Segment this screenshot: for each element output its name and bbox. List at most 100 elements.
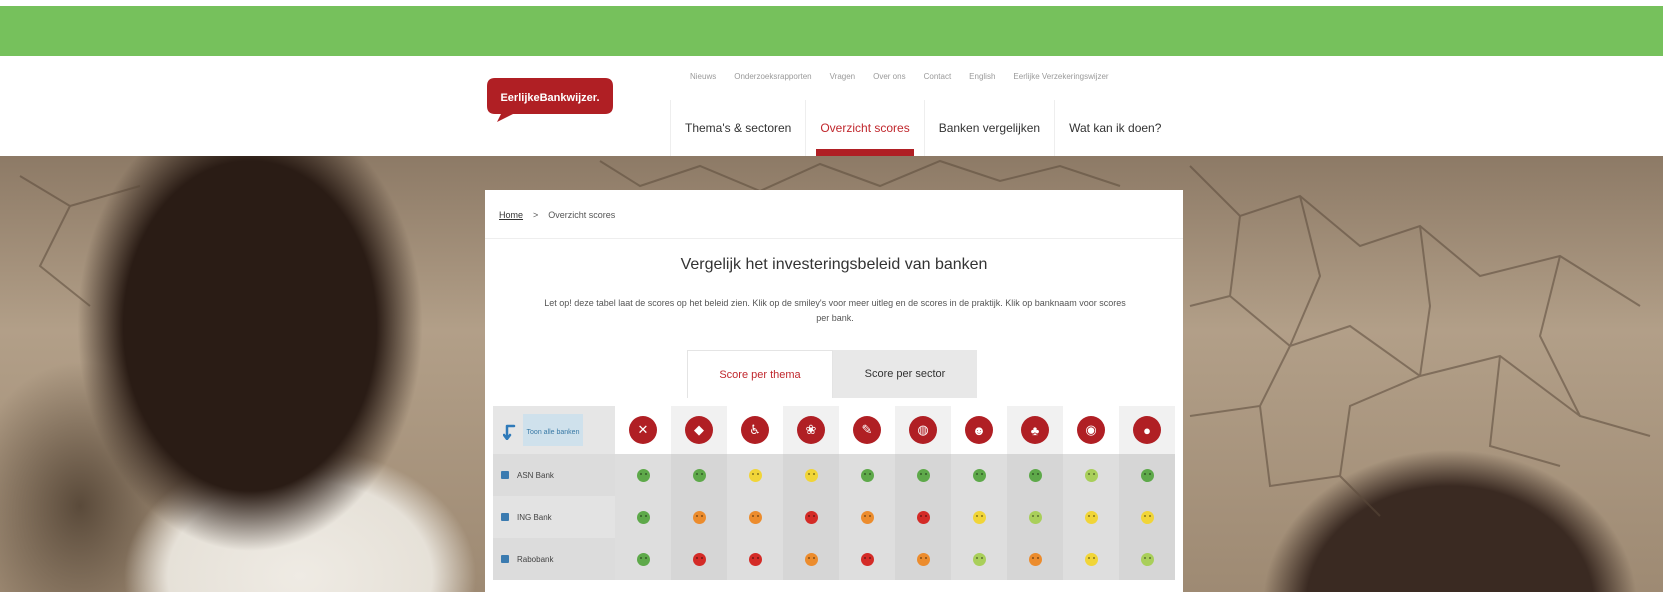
score-smiley-icon[interactable] [1084,510,1098,524]
tab-score-per-thema[interactable]: Score per thema [687,350,833,398]
breadcrumb-home[interactable]: Home [499,210,523,220]
score-smiley-icon[interactable] [1140,552,1154,566]
score-smiley-icon[interactable] [860,552,874,566]
tab-score-per-sector[interactable]: Score per sector [833,350,977,398]
util-link-onderzoeksrapporten[interactable]: Onderzoeksrapporten [734,72,811,81]
score-smiley-icon[interactable] [692,552,706,566]
bank-name[interactable]: ASN Bank [517,471,554,480]
score-cell [1063,496,1119,538]
score-smiley-icon[interactable] [748,552,762,566]
score-smiley-icon[interactable] [972,468,986,482]
top-strip [0,0,1663,60]
util-link-english[interactable]: English [969,72,995,81]
score-smiley-icon[interactable] [1028,468,1042,482]
site-header: EerlijkeBankwijzer. Nieuws Onderzoeksrap… [0,60,1663,156]
globe-icon[interactable]: ◍ [909,416,937,444]
score-smiley-icon[interactable] [692,510,706,524]
tag-icon[interactable]: ◆ [685,416,713,444]
score-cell [1119,496,1175,538]
score-smiley-icon[interactable] [636,510,650,524]
score-smiley-icon[interactable] [804,468,818,482]
theme-header-cell: ◉ [1063,406,1119,454]
theme-header-cell: ❀ [783,406,839,454]
util-link-nieuws[interactable]: Nieuws [690,72,716,81]
score-cell [671,454,727,496]
score-smiley-icon[interactable] [636,552,650,566]
score-cell [783,538,839,580]
drop-icon[interactable]: ● [1133,416,1161,444]
score-cell [895,454,951,496]
theme-header-cell: ◆ [671,406,727,454]
score-cell [671,538,727,580]
bank-name-cell[interactable]: ASN Bank [493,454,615,496]
show-all-cell: Toon alle banken [493,406,615,454]
speech-bubble-logo-icon: EerlijkeBankwijzer. [487,78,613,122]
score-smiley-icon[interactable] [972,552,986,566]
nav-banken-vergelijken[interactable]: Banken vergelijken [923,100,1054,156]
breadcrumb-current: Overzicht scores [548,210,616,220]
bank-checkbox[interactable] [501,513,509,521]
score-cell [839,454,895,496]
logo-text: EerlijkeBankwijzer. [500,92,599,104]
nav-overzicht-scores[interactable]: Overzicht scores [805,100,923,156]
score-smiley-icon[interactable] [804,552,818,566]
score-cell [615,538,671,580]
tree-icon[interactable]: ♣ [1021,416,1049,444]
divider [485,238,1183,239]
util-link-over-ons[interactable]: Over ons [873,72,905,81]
score-smiley-icon[interactable] [916,468,930,482]
score-smiley-icon[interactable] [748,468,762,482]
score-smiley-icon[interactable] [692,468,706,482]
bank-name-cell[interactable]: ING Bank [493,496,615,538]
score-cell [951,496,1007,538]
util-link-vragen[interactable]: Vragen [830,72,856,81]
score-smiley-icon[interactable] [1028,510,1042,524]
paw-icon[interactable]: ❀ [797,416,825,444]
score-smiley-icon[interactable] [1140,468,1154,482]
table-row: Rabobank [493,538,1175,580]
tools-icon[interactable]: ✕ [629,416,657,444]
util-link-contact[interactable]: Contact [924,72,952,81]
eye-icon[interactable]: ◉ [1077,416,1105,444]
theme-header-cell: ✕ [615,406,671,454]
score-cell [783,496,839,538]
score-smiley-icon[interactable] [1084,468,1098,482]
score-smiley-icon[interactable] [972,510,986,524]
bank-name[interactable]: ING Bank [517,513,552,522]
page-title: Vergelijk het investeringsbeleid van ban… [680,256,988,273]
score-cell [1063,454,1119,496]
score-smiley-icon[interactable] [1028,552,1042,566]
score-smiley-icon[interactable] [860,510,874,524]
score-smiley-icon[interactable] [1084,552,1098,566]
table-header-row: Toon alle banken ✕ ◆ ♿ ❀ ✎ ◍ ☻ ♣ ◉ ● [493,406,1175,454]
nav-themas-sectoren[interactable]: Thema's & sectoren [670,100,805,156]
theme-header-cell: ♿ [727,406,783,454]
pencil-icon[interactable]: ✎ [853,416,881,444]
score-cell [951,538,1007,580]
score-smiley-icon[interactable] [804,510,818,524]
show-all-banks-button[interactable]: Toon alle banken [523,414,583,446]
score-smiley-icon[interactable] [1140,510,1154,524]
bank-checkbox[interactable] [501,555,509,563]
score-smiley-icon[interactable] [636,468,650,482]
bank-name-cell[interactable]: Rabobank [493,538,615,580]
theme-header-cell: ♣ [1007,406,1063,454]
score-smiley-icon[interactable] [860,468,874,482]
score-cell [727,454,783,496]
person-chair-icon[interactable]: ♿ [741,416,769,444]
theme-header-cell: ☻ [951,406,1007,454]
score-smiley-icon[interactable] [916,552,930,566]
people-icon[interactable]: ☻ [965,416,993,444]
score-smiley-icon[interactable] [916,510,930,524]
brand-logo[interactable]: EerlijkeBankwijzer. [485,74,615,122]
score-cell [895,496,951,538]
score-cell [783,454,839,496]
bank-name[interactable]: Rabobank [517,555,553,564]
table-body: ASN Bank ING Bank Rabobank [493,454,1175,580]
bank-checkbox[interactable] [501,471,509,479]
util-link-verzekeringswijzer[interactable]: Eerlijke Verzekeringswijzer [1013,72,1108,81]
nav-wat-kan-ik-doen[interactable]: Wat kan ik doen? [1054,100,1175,156]
score-smiley-icon[interactable] [748,510,762,524]
score-cell [1007,454,1063,496]
utility-nav: Nieuws Onderzoeksrapporten Vragen Over o… [690,72,1109,81]
